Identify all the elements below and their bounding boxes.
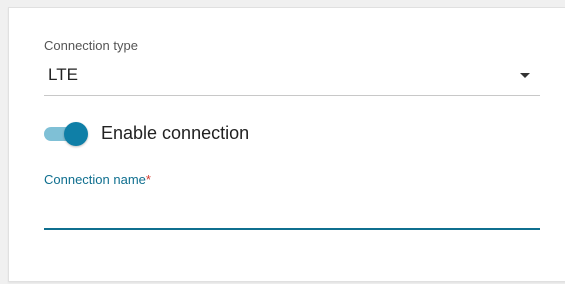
- required-marker: *: [145, 172, 151, 187]
- enable-connection-label: Enable connection: [101, 123, 250, 143]
- connection-type-label: Connection type: [44, 38, 138, 53]
- toggle-thumb: [64, 122, 88, 146]
- connection-type-select[interactable]: LTE: [44, 58, 540, 96]
- connection-name-label: Connection name*: [44, 172, 151, 187]
- connection-type-value: LTE: [48, 65, 78, 84]
- caret-down-icon: [520, 73, 530, 78]
- enable-connection-toggle[interactable]: [44, 121, 88, 147]
- connection-name-input[interactable]: [44, 194, 540, 230]
- connection-name-label-text: Connection name: [44, 172, 146, 187]
